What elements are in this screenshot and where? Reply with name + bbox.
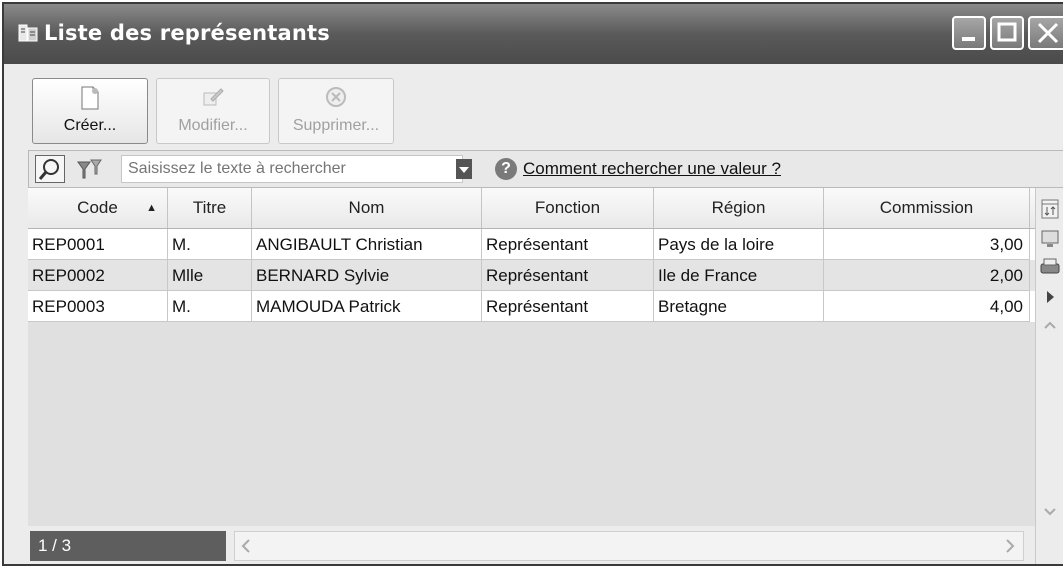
filter-icon[interactable] [75,156,107,187]
scroll-down-icon[interactable] [1039,500,1061,522]
cell-region: Bretagne [654,291,824,322]
table-row[interactable]: REP0003 M. MAMOUDA Patrick Représentant … [28,291,1035,322]
scroll-up-icon[interactable] [1039,314,1061,336]
cell-titre: M. [168,291,252,322]
column-header-titre[interactable]: Titre [168,188,252,228]
maximize-icon [997,22,1017,42]
horizontal-scrollbar[interactable] [234,531,1024,561]
modify-button[interactable]: Modifier... [156,78,270,144]
table-row[interactable]: REP0001 M. ANGIBAULT Christian Représent… [28,229,1035,260]
cell-commission: 2,00 [824,260,1030,291]
cell-fonction: Représentant [482,260,654,291]
cell-titre: Mlle [168,260,252,291]
column-header-code[interactable]: Code ▲ [28,188,168,228]
column-header-region[interactable]: Région [654,188,824,228]
cell-region: Ile de France [654,260,824,291]
column-settings-icon[interactable] [1039,198,1061,220]
maximize-button[interactable] [990,16,1024,50]
scroll-right-icon[interactable] [1003,537,1017,560]
cell-titre: M. [168,229,252,260]
cell-region: Pays de la loire [654,229,824,260]
cell-commission: 4,00 [824,291,1030,322]
delete-icon [324,85,348,114]
search-input[interactable] [121,155,463,183]
edit-document-icon [201,85,225,114]
create-button[interactable]: Créer... [32,78,148,144]
cell-nom: MAMOUDA Patrick [252,291,482,322]
print-icon[interactable] [1039,256,1061,278]
side-panel [1035,188,1063,564]
search-button[interactable] [35,155,65,183]
display-icon[interactable] [1039,228,1061,250]
minimize-button[interactable] [952,16,986,50]
record-count: 1 / 3 [30,531,226,561]
minimize-icon [962,37,975,41]
toolbar: Créer... Modifier... Supprimer... [4,64,1063,150]
close-icon [1037,22,1059,44]
table-header: Code ▲ Titre Nom Fonction Région Commiss… [28,188,1035,229]
scroll-left-icon[interactable] [239,537,253,560]
chevron-down-icon [459,167,469,173]
footer: 1 / 3 [28,526,1035,564]
search-dropdown-button[interactable] [456,159,472,179]
close-button[interactable] [1028,16,1063,50]
cell-commission: 3,00 [824,229,1030,260]
representatives-window: Liste des représentants Créer... Modifie… [2,2,1063,566]
cell-code: REP0003 [28,291,168,322]
search-bar: ? Comment rechercher une valeur ? [28,150,1063,188]
create-button-label: Créer... [63,117,117,134]
help-link[interactable]: Comment rechercher une valeur ? [523,159,781,179]
cell-nom: BERNARD Sylvie [252,260,482,291]
search-icon [38,159,59,180]
delete-button[interactable]: Supprimer... [278,78,394,144]
new-document-icon [79,85,101,116]
column-header-commission[interactable]: Commission [824,188,1030,228]
cell-code: REP0001 [28,229,168,260]
cell-nom: ANGIBAULT Christian [252,229,482,260]
window-title: Liste des représentants [44,21,330,45]
help-icon[interactable]: ? [495,158,517,180]
representatives-table: Code ▲ Titre Nom Fonction Région Commiss… [28,188,1035,526]
table-row[interactable]: REP0002 Mlle BERNARD Sylvie Représentant… [28,260,1035,291]
column-header-fonction[interactable]: Fonction [482,188,654,228]
app-list-icon [18,23,38,43]
cell-fonction: Représentant [482,291,654,322]
delete-button-label: Supprimer... [292,117,380,134]
expand-arrow-icon[interactable] [1039,286,1061,308]
sort-ascending-icon: ▲ [146,202,157,214]
title-bar[interactable]: Liste des représentants [4,4,1063,64]
modify-button-label: Modifier... [178,117,248,134]
cell-code: REP0002 [28,260,168,291]
column-header-nom[interactable]: Nom [252,188,482,228]
cell-fonction: Représentant [482,229,654,260]
